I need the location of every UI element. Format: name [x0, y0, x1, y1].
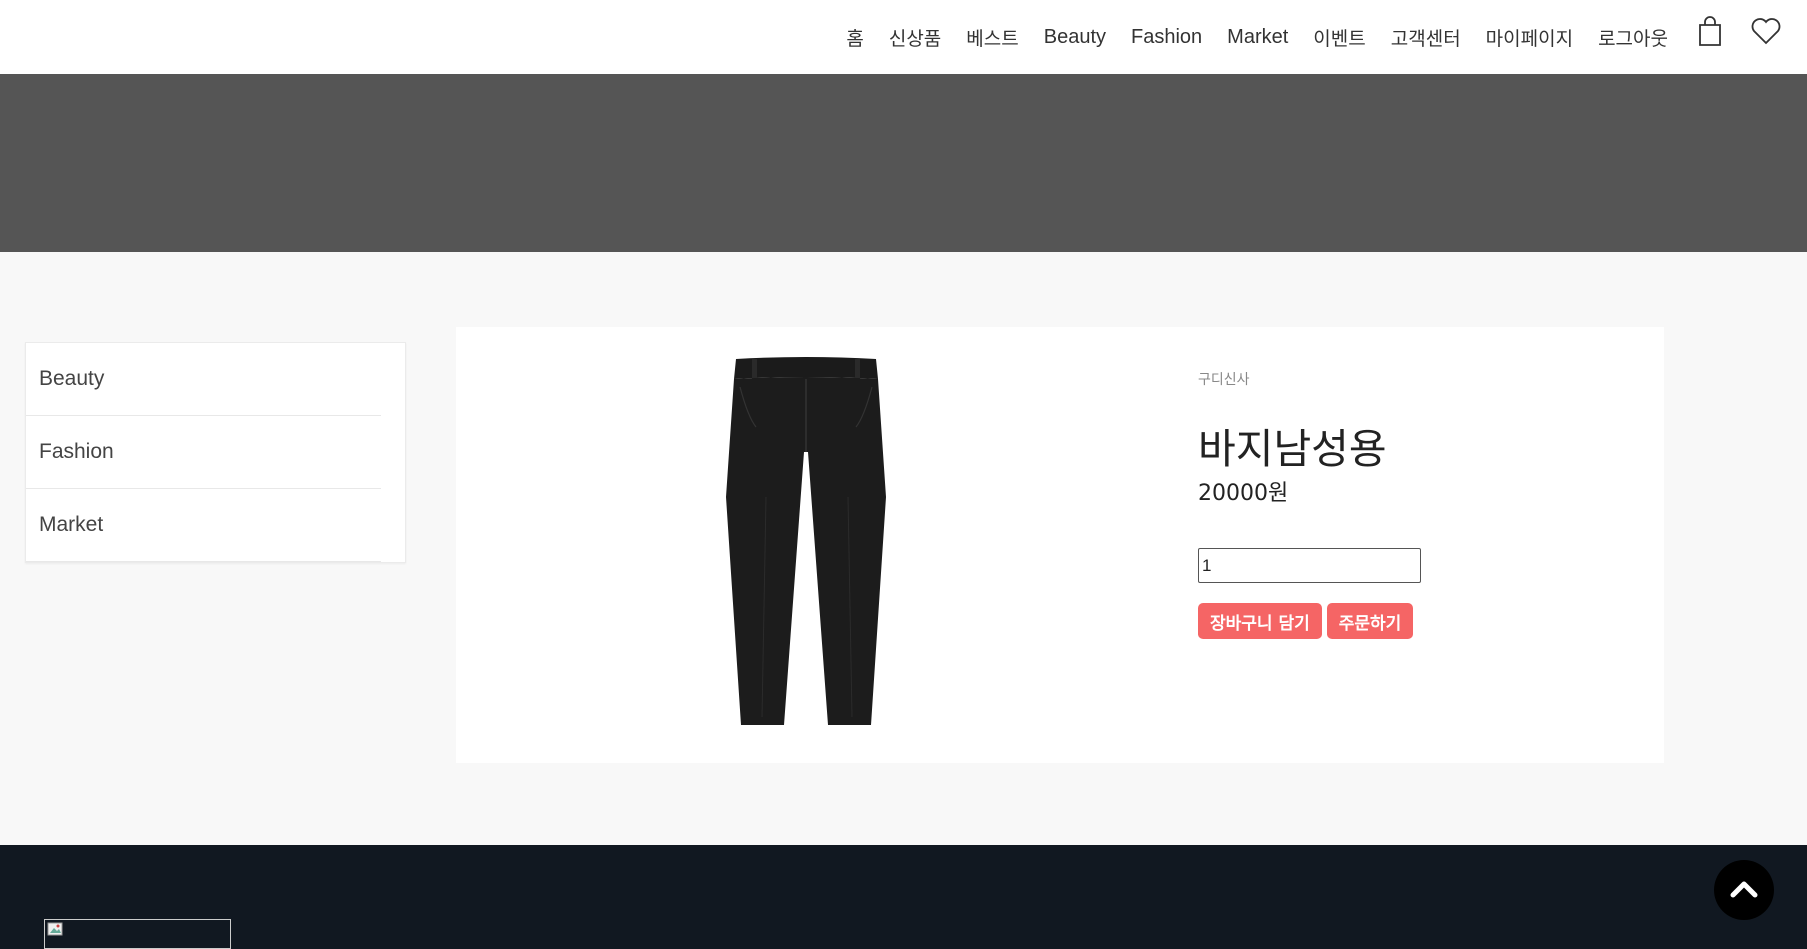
chevron-up-icon [1730, 881, 1758, 898]
scroll-to-top-button[interactable] [1714, 860, 1774, 920]
product-actions: 장바구니 담기 주문하기 [1198, 603, 1414, 639]
quantity-input[interactable] [1198, 548, 1421, 583]
shopping-bag-icon[interactable] [1693, 14, 1727, 48]
site-header: 홈 신상품 베스트 Beauty Fashion Market 이벤트 고객센터… [0, 0, 1807, 74]
nav-new-products[interactable]: 신상품 [889, 24, 941, 51]
nav-customer-center[interactable]: 고객센터 [1391, 24, 1461, 51]
product-brand: 구디신사 [1198, 372, 1250, 388]
product-price: 20000원 [1198, 481, 1289, 506]
nav-home[interactable]: 홈 [846, 24, 863, 51]
add-to-cart-button[interactable]: 장바구니 담기 [1198, 603, 1322, 639]
nav-market[interactable]: Market [1227, 26, 1288, 49]
hero-banner [0, 74, 1807, 252]
nav-fashion[interactable]: Fashion [1131, 26, 1202, 49]
nav-best[interactable]: 베스트 [966, 24, 1018, 51]
sidebar-item-beauty[interactable]: Beauty [26, 343, 381, 416]
sidebar-item-market[interactable]: Market [26, 489, 381, 562]
product-image [726, 357, 886, 727]
header-icons [1693, 14, 1783, 48]
product-title: 바지남성용 [1198, 425, 1387, 473]
nav-event[interactable]: 이벤트 [1313, 24, 1365, 51]
footer-logo [44, 919, 231, 949]
category-sidebar: Beauty Fashion Market [25, 342, 406, 563]
site-footer [0, 845, 1807, 949]
main-nav: 홈 신상품 베스트 Beauty Fashion Market 이벤트 고객센터… [821, 0, 1668, 74]
order-button[interactable]: 주문하기 [1326, 603, 1414, 639]
nav-logout[interactable]: 로그아웃 [1598, 24, 1668, 51]
nav-beauty[interactable]: Beauty [1044, 26, 1106, 49]
sidebar-item-fashion[interactable]: Fashion [26, 416, 381, 489]
heart-icon[interactable] [1749, 14, 1783, 48]
broken-image-icon [47, 922, 63, 936]
product-detail-card: 구디신사 바지남성용 20000원 장바구니 담기 주문하기 [456, 327, 1664, 763]
nav-mypage[interactable]: 마이페이지 [1486, 24, 1573, 51]
